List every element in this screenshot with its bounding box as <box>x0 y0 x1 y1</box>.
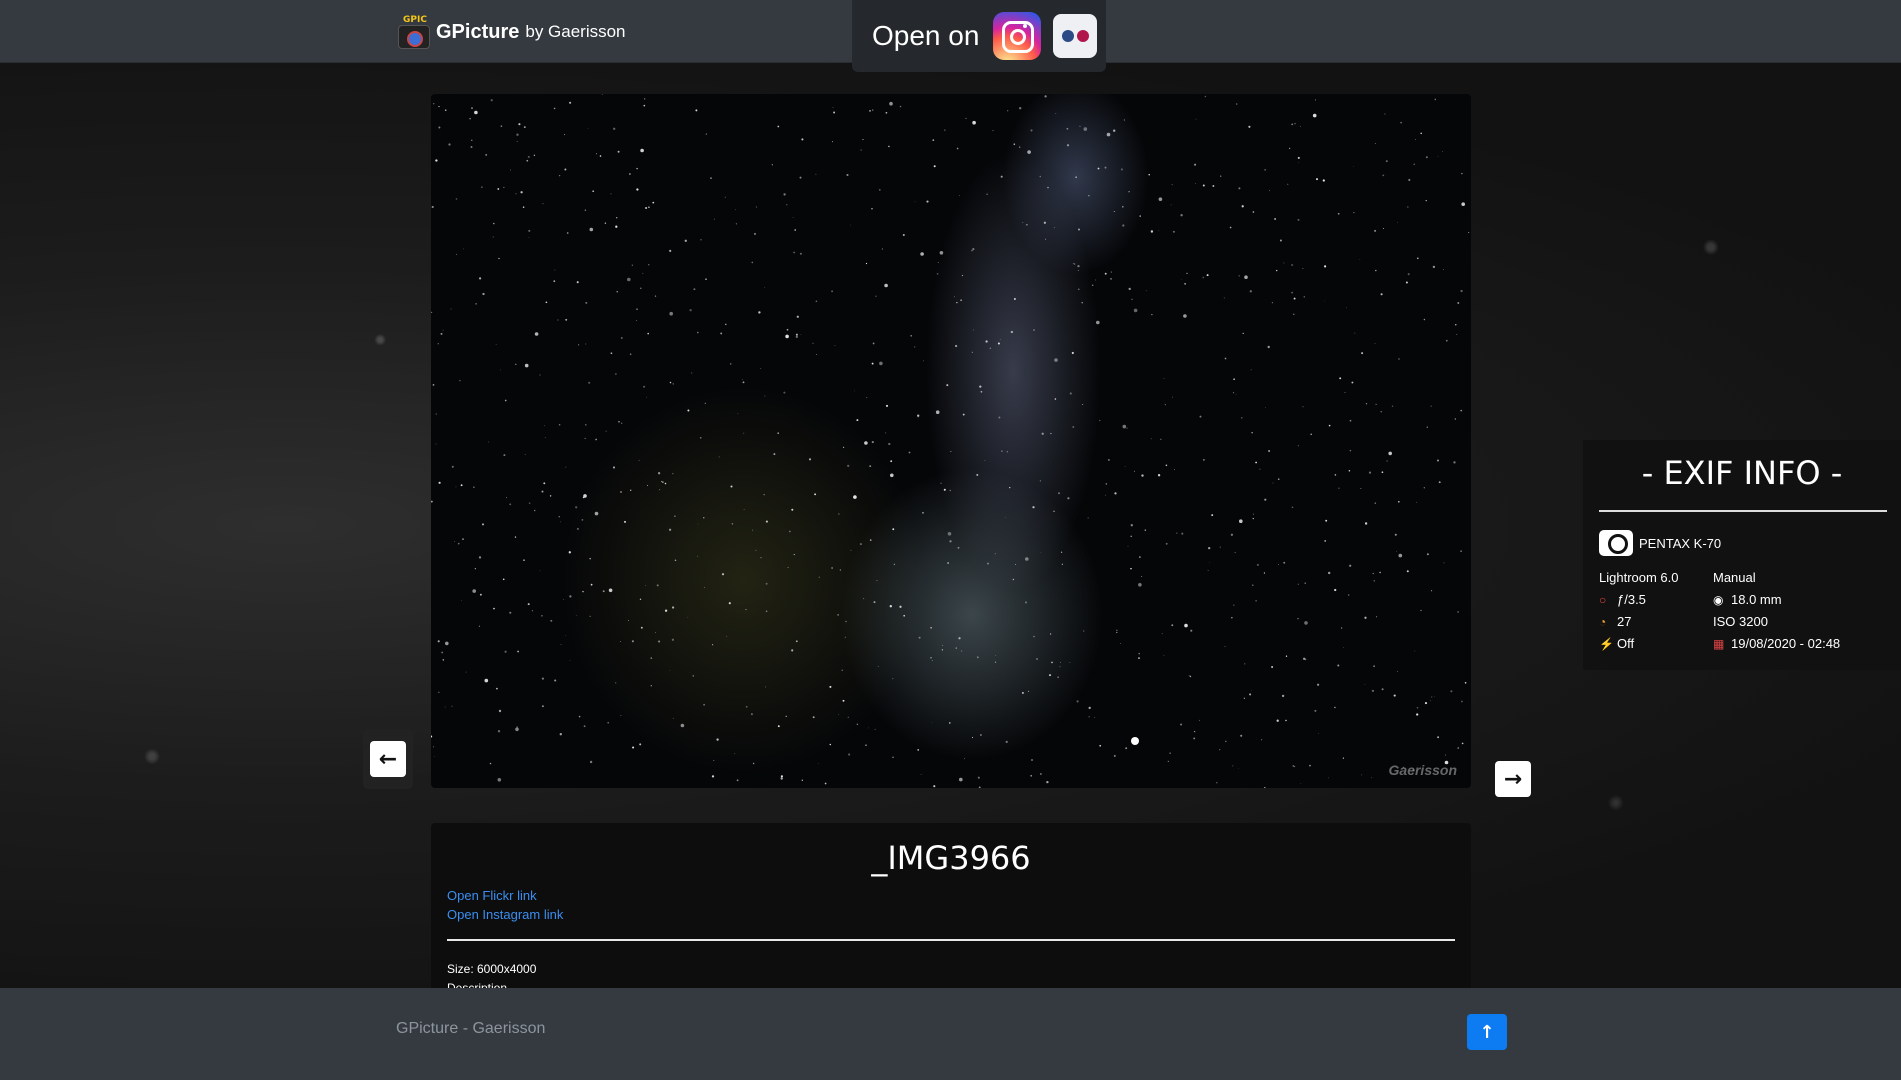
calendar-icon: ▦ <box>1713 636 1725 651</box>
next-arrow-button[interactable]: → <box>1495 761 1531 797</box>
footer: GPicture - Gaerisson ↑ <box>0 988 1901 1080</box>
exif-camera-model: PENTAX K-70 <box>1639 535 1722 551</box>
exif-divider <box>1599 510 1887 512</box>
instagram-link[interactable]: Open Instagram link <box>447 907 563 922</box>
photo-watermark: Gaerisson <box>1388 762 1457 778</box>
prev-arrow-button[interactable]: ← <box>370 741 406 777</box>
main-photo: Gaerisson <box>431 94 1471 788</box>
aperture-icon: ○ <box>1599 592 1607 607</box>
top-navbar: GPIC GPicture by Gaerisson Open on <box>0 0 1901 72</box>
exif-mode: Manual <box>1713 570 1756 585</box>
timer-icon: ◔ <box>1599 614 1607 629</box>
exif-title: - EXIF INFO - <box>1641 454 1843 492</box>
exif-panel: - EXIF INFO - PENTAX K-70 Lightroom 6.0 … <box>1583 440 1901 670</box>
prev-button-wrap: ← <box>363 729 413 789</box>
flickr-icon[interactable] <box>1053 14 1098 58</box>
brand-name: GPicture <box>436 20 520 43</box>
exif-iso: ISO 3200 <box>1713 614 1768 629</box>
exif-aperture: ○ ƒ/3.5 <box>1599 592 1646 607</box>
info-divider <box>447 939 1455 941</box>
photo-info-card: _IMG3966 Open Flickr link Open Instagram… <box>431 823 1471 995</box>
brand-logo-icon: GPIC <box>396 15 430 49</box>
exif-exposure: ◔ 27 <box>1599 614 1632 629</box>
scroll-top-button[interactable]: ↑ <box>1467 1014 1507 1050</box>
open-on-label: Open on <box>872 20 980 51</box>
exif-details: Lightroom 6.0 Manual ○ ƒ/3.5 ◉ 18.0 mm ◔ 27… <box>1599 570 1863 651</box>
exif-date: ▦ 19/08/2020 - 02:48 <box>1713 636 1841 651</box>
eye-icon: ◉ <box>1713 592 1724 607</box>
footer-text: GPicture - Gaerisson <box>396 1020 546 1037</box>
flickr-link[interactable]: Open Flickr link <box>447 888 537 903</box>
photo-title: _IMG3966 <box>871 839 1031 877</box>
photo-stars <box>431 94 1470 788</box>
instagram-icon[interactable] <box>993 12 1042 60</box>
exif-focal-length: ◉ 18.0 mm <box>1713 592 1782 607</box>
photo-size: Size: 6000x4000 <box>447 962 537 976</box>
exif-software: Lightroom 6.0 <box>1599 570 1679 585</box>
exif-flash: ⚡ Off <box>1599 636 1635 651</box>
brand-logo-tag: GPIC <box>403 15 427 25</box>
brand[interactable]: GPIC GPicture by Gaerisson <box>396 14 626 50</box>
brand-by: by Gaerisson <box>525 22 626 41</box>
flash-icon: ⚡ <box>1599 636 1614 651</box>
open-on-panel: Open on <box>852 0 1106 72</box>
exif-camera: PENTAX K-70 <box>1599 530 1721 556</box>
camera-icon <box>1599 530 1633 556</box>
